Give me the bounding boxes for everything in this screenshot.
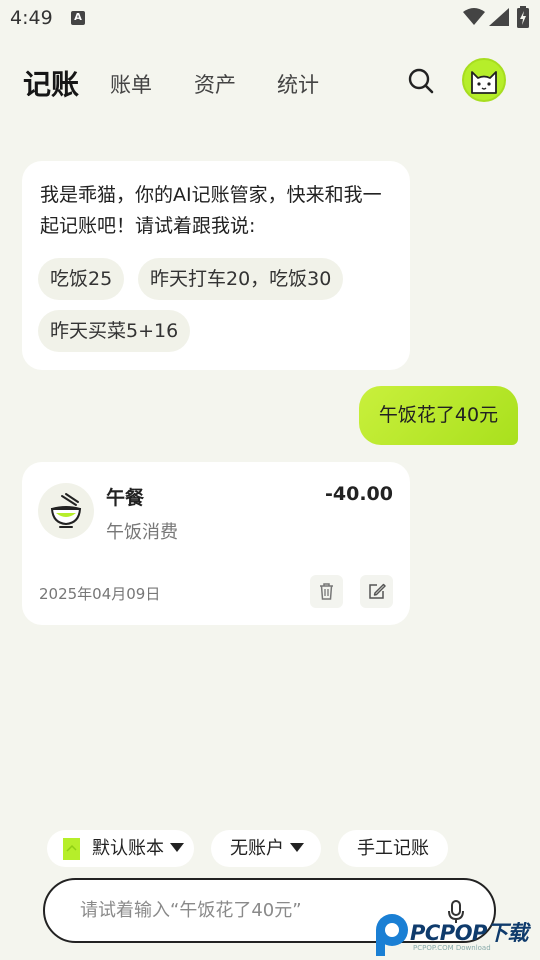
record-card[interactable]: 午餐 -40.00 午饭消费 2025年04月09日 [22, 462, 410, 625]
tab-bills[interactable]: 账单 [110, 69, 152, 99]
edit-button[interactable] [360, 575, 393, 608]
watermark-text: PCPOP下载 [410, 921, 528, 945]
account-selector[interactable]: 无账户 [211, 830, 321, 867]
caret-down-icon [290, 843, 304, 852]
watermark: PCPOP下载 PCPOP.COM Download [374, 912, 540, 960]
search-icon[interactable] [407, 67, 435, 95]
user-message-text: 午饭花了40元 [378, 404, 499, 426]
page-title: 记账 [23, 68, 80, 101]
record-amount: -40.00 [325, 483, 393, 505]
notification-a-icon: A [71, 11, 85, 25]
manual-entry-button[interactable]: 手工记账 [338, 830, 448, 867]
book-icon [63, 838, 80, 860]
bowl-icon [50, 493, 82, 528]
tab-assets[interactable]: 资产 [194, 69, 236, 99]
edit-icon [369, 583, 386, 599]
avatar[interactable] [462, 58, 506, 102]
delete-button[interactable] [310, 575, 343, 608]
watermark-subtext: PCPOP.COM Download [413, 944, 491, 952]
bot-message-bubble: 我是乖猫，你的AI记账管家，快来和我一起记账吧！请试着跟我说: 吃饭25 昨天打… [22, 161, 410, 370]
ledger-label: 默认账本 [92, 838, 164, 859]
category-icon-badge [38, 483, 94, 539]
cat-icon [471, 71, 497, 94]
trash-icon [320, 583, 333, 600]
bot-message-text: 我是乖猫，你的AI记账管家，快来和我一起记账吧！请试着跟我说: [40, 184, 382, 237]
record-category: 午餐 [106, 487, 145, 509]
ledger-selector[interactable]: 默认账本 [47, 830, 194, 867]
tab-stats[interactable]: 统计 [277, 69, 319, 99]
user-message-bubble: 午饭花了40元 [359, 386, 518, 445]
pcpop-logo-icon [376, 914, 408, 956]
status-time: 4:49 [10, 7, 53, 29]
battery-charging-icon [517, 6, 529, 28]
input-placeholder: 请试着输入“午饭花了40元” [80, 900, 302, 921]
caret-down-icon [170, 843, 184, 852]
suggestion-chip[interactable]: 昨天打车20，吃饭30 [138, 258, 344, 300]
account-label: 无账户 [230, 838, 284, 859]
signal-icon [489, 8, 509, 26]
suggestion-chip[interactable]: 昨天买菜5+16 [38, 310, 191, 352]
record-note: 午饭消费 [106, 522, 178, 543]
wifi-icon [463, 8, 485, 25]
suggestion-chip[interactable]: 吃饭25 [38, 258, 125, 300]
record-date: 2025年04月09日 [39, 585, 161, 603]
